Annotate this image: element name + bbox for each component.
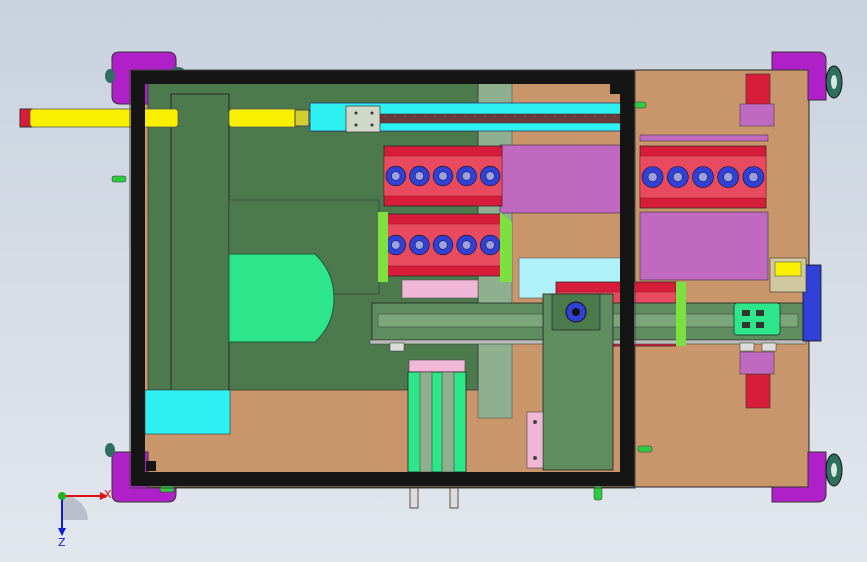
pink-plate bbox=[401, 279, 479, 299]
coordinate-triad: X Z bbox=[58, 488, 112, 549]
rotor-hub bbox=[391, 171, 401, 181]
machine-top-view[interactable]: X Z bbox=[0, 0, 867, 562]
rotor-hub bbox=[414, 240, 424, 250]
rotor-hub bbox=[438, 240, 448, 250]
rotor-hub bbox=[748, 172, 759, 182]
rotor-hub bbox=[672, 172, 683, 182]
linear-rail bbox=[309, 102, 627, 133]
rotor-hub bbox=[462, 240, 472, 250]
rotor-hub bbox=[647, 172, 658, 182]
cyan-block bbox=[144, 389, 231, 435]
bright-green-plate bbox=[228, 253, 335, 343]
triad-z-label: Z bbox=[58, 536, 66, 549]
rotor-hub bbox=[485, 171, 495, 181]
rotor-hub bbox=[462, 171, 472, 181]
rotor-hub bbox=[414, 171, 424, 181]
rotor-hub bbox=[698, 172, 708, 182]
cad-viewport[interactable]: X Z bbox=[0, 0, 867, 562]
triad-x-label: X bbox=[104, 488, 112, 501]
rotor-hub bbox=[723, 172, 734, 182]
rotor-hub bbox=[391, 240, 401, 250]
rotor-hub bbox=[438, 171, 448, 181]
rotor-hub bbox=[485, 240, 495, 250]
